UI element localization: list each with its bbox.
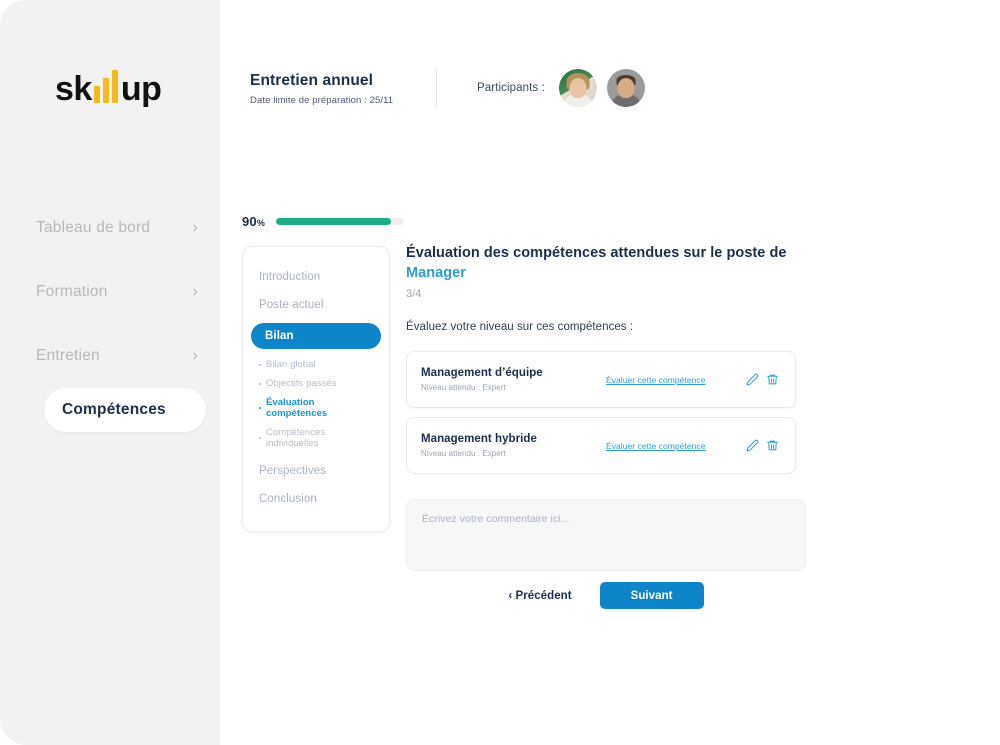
participants-avatars <box>558 69 645 107</box>
sidebar: sk up Tableau de bord › Formation › Entr… <box>0 0 220 745</box>
competency-card[interactable]: Management d’équipe Niveau attendu : Exp… <box>406 351 796 408</box>
sidebar-item-label: Entretien <box>36 347 100 364</box>
step-counter: 3/4 <box>406 288 422 300</box>
sidebar-item-competences[interactable]: Compétences <box>44 388 206 432</box>
comment-textarea[interactable]: Écrivez votre commentaire ici... <box>406 499 806 571</box>
logo-text-before: sk <box>55 70 92 108</box>
chevron-right-icon: › <box>192 283 198 300</box>
delete-trash-icon[interactable] <box>766 439 779 452</box>
progress-percent: 90% <box>242 214 265 229</box>
sidebar-nav: Tableau de bord › Formation › Entretien … <box>0 196 220 432</box>
progress-fill <box>276 218 392 225</box>
avatar[interactable] <box>558 69 597 107</box>
main-area: Entretien annuel Date limite de préparat… <box>220 0 1000 745</box>
logo-bars-icon <box>93 69 118 103</box>
step-introduction[interactable]: Introduction <box>243 263 389 291</box>
substep-label: Bilan global <box>266 359 316 370</box>
competency-list: Management d’équipe Niveau attendu : Exp… <box>406 351 796 474</box>
substep-evaluation-competences[interactable]: Évaluation compétences <box>243 393 389 423</box>
progress-indicator: 90% <box>242 214 405 229</box>
competency-card[interactable]: Management hybride Niveau attendu : Expe… <box>406 417 796 474</box>
content-title-role: Manager <box>406 265 466 281</box>
step-poste-actuel[interactable]: Poste actuel <box>243 291 389 319</box>
bullet-icon <box>259 363 261 366</box>
substep-objectifs-passes[interactable]: Objectifs passés <box>243 374 389 393</box>
competency-actions <box>746 373 779 386</box>
content-title-prefix: de <box>769 245 787 261</box>
comment-placeholder: Écrivez votre commentaire ici... <box>422 513 570 525</box>
chevron-right-icon: › <box>192 347 198 364</box>
progress-track <box>276 218 405 225</box>
bullet-icon <box>259 382 261 385</box>
sidebar-item-label: Formation <box>36 283 108 300</box>
substep-label: Objectifs passés <box>266 378 337 389</box>
sidebar-item-entretien[interactable]: Entretien › <box>0 324 220 388</box>
evaluate-competency-link[interactable]: Évaluer cette compétence <box>606 441 705 451</box>
instruction-text: Évaluez votre niveau sur ces compétences… <box>406 321 634 333</box>
sidebar-item-label: Compétences <box>62 401 166 418</box>
competency-info: Management hybride Niveau attendu : Expe… <box>421 433 606 458</box>
step-perspectives[interactable]: Perspectives <box>243 457 389 485</box>
edit-pencil-icon[interactable] <box>746 373 759 386</box>
competency-level: Niveau attendu : Expert <box>421 383 506 392</box>
evaluate-competency-link[interactable]: Évaluer cette compétence <box>606 375 705 385</box>
sidebar-item-formation[interactable]: Formation › <box>0 260 220 324</box>
competency-actions <box>746 439 779 452</box>
competency-name: Management hybride <box>421 433 537 445</box>
substep-competences-individuelles[interactable]: Compétences individuelles <box>243 423 389 453</box>
sidebar-item-tableau-de-bord[interactable]: Tableau de bord › <box>0 196 220 260</box>
header-titles: Entretien annuel Date limite de préparat… <box>250 71 420 106</box>
participants-label: Participants : <box>477 82 545 94</box>
competency-info: Management d’équipe Niveau attendu : Exp… <box>421 367 606 392</box>
substep-bilan-global[interactable]: Bilan global <box>243 355 389 374</box>
steps-panel: Introduction Poste actuel Bilan Bilan gl… <box>242 246 390 532</box>
edit-pencil-icon[interactable] <box>746 439 759 452</box>
step-conclusion[interactable]: Conclusion <box>243 485 389 513</box>
app-window: sk up Tableau de bord › Formation › Entr… <box>0 0 1000 745</box>
content-area: Évaluation des compétences attendues sur… <box>406 243 806 571</box>
logo-text-after: up <box>120 70 162 108</box>
avatar[interactable] <box>606 69 645 107</box>
substep-label: Compétences individuelles <box>266 427 326 449</box>
page-header: Entretien annuel Date limite de préparat… <box>250 62 645 114</box>
sidebar-item-label: Tableau de bord <box>36 219 151 236</box>
content-title-line1: Évaluation des compétences attendues sur… <box>406 245 766 261</box>
header-divider <box>436 68 437 108</box>
bullet-icon <box>259 437 261 439</box>
substep-label: Évaluation compétences <box>266 397 328 419</box>
next-button[interactable]: Suivant <box>599 582 704 609</box>
progress-unit: % <box>256 218 266 228</box>
previous-button[interactable]: ‹ Précédent <box>508 590 571 602</box>
bullet-icon <box>259 407 261 409</box>
content-title: Évaluation des compétences attendues sur… <box>406 243 796 283</box>
step-bilan[interactable]: Bilan <box>251 323 381 349</box>
substeps-list: Bilan global Objectifs passés Évaluation… <box>243 355 389 453</box>
wizard-footer: ‹ Précédent Suivant <box>406 582 806 609</box>
competency-name: Management d’équipe <box>421 367 543 379</box>
chevron-right-icon: › <box>192 219 198 236</box>
page-title: Entretien annuel <box>250 71 374 89</box>
page-subtitle: Date limite de préparation : 25/11 <box>250 94 394 106</box>
progress-value: 90 <box>242 214 257 229</box>
skillup-logo[interactable]: sk up <box>55 62 162 108</box>
competency-level: Niveau attendu : Expert <box>421 449 506 458</box>
delete-trash-icon[interactable] <box>766 373 779 386</box>
